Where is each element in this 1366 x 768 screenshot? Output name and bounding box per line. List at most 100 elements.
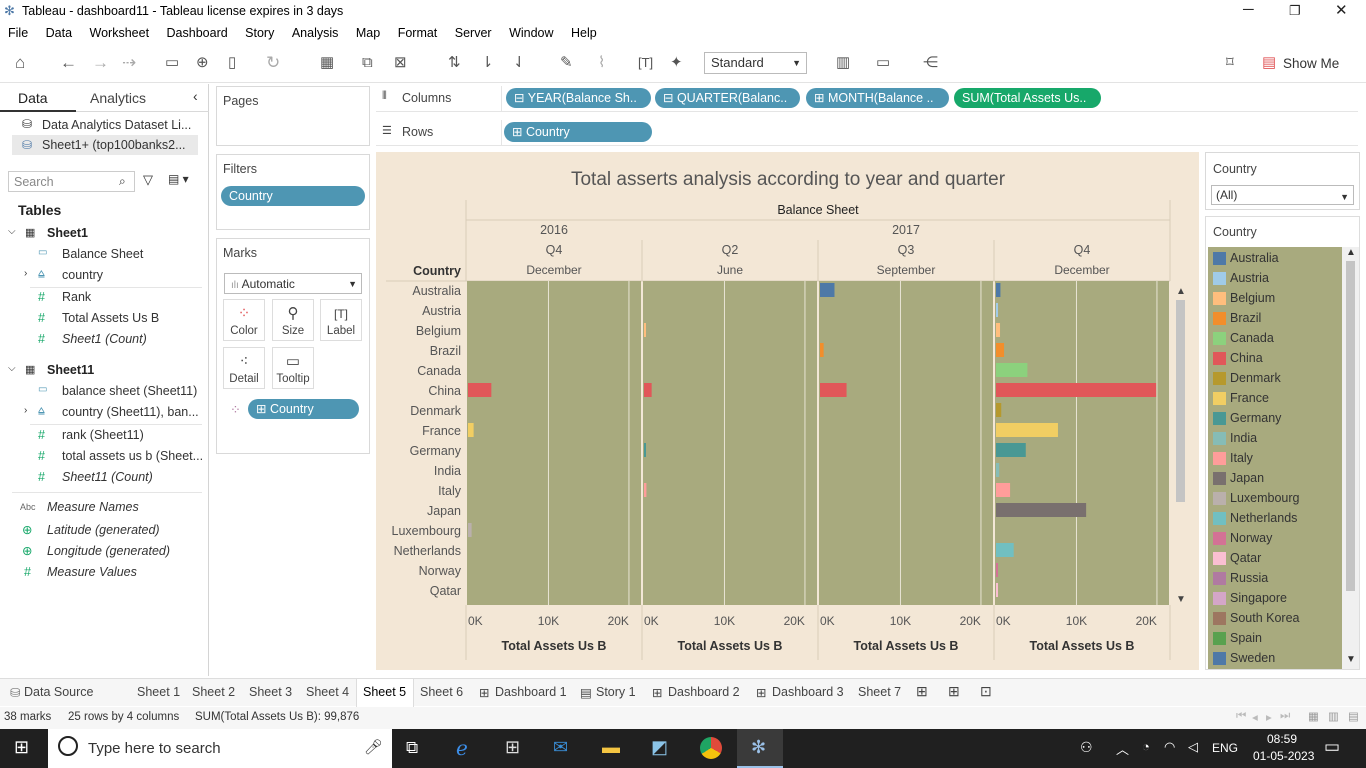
tab-story-1[interactable]: Story 1: [596, 685, 636, 699]
bar[interactable]: [996, 563, 998, 577]
datasource-item[interactable]: Data Analytics Dataset Li...: [42, 118, 191, 132]
menu-analysis[interactable]: Analysis: [292, 22, 339, 44]
tab-sheet-2[interactable]: Sheet 2: [192, 685, 235, 699]
bar[interactable]: [996, 363, 1028, 377]
clock-time[interactable]: 08:59: [1267, 732, 1297, 746]
view-list-icon[interactable]: ▤ ▾: [168, 172, 189, 186]
collapse-pane-icon[interactable]: ‹: [193, 88, 198, 104]
search-input[interactable]: Search: [14, 175, 54, 189]
edge-icon[interactable]: ℯ: [456, 736, 468, 761]
field-country[interactable]: country: [62, 268, 103, 282]
clock-date[interactable]: 01-05-2023: [1253, 749, 1314, 763]
legend-item[interactable]: Norway: [1208, 530, 1342, 548]
bar[interactable]: [996, 303, 998, 317]
table-sheet11[interactable]: Sheet11: [47, 363, 94, 377]
bar[interactable]: [996, 423, 1058, 437]
bar[interactable]: [996, 403, 1002, 417]
tab-analytics[interactable]: Analytics: [90, 90, 146, 106]
legend-item[interactable]: Sweden: [1208, 650, 1342, 668]
minimize-button[interactable]: ─: [1243, 1, 1254, 18]
legend-item[interactable]: Austria: [1208, 270, 1342, 288]
task-view-icon[interactable]: ⧉: [406, 738, 418, 758]
chevron-right-icon[interactable]: ›: [24, 405, 27, 416]
legend-item[interactable]: Russia: [1208, 570, 1342, 588]
save-icon[interactable]: ▭: [165, 53, 179, 73]
chevron-expand-icon[interactable]: ⌵: [8, 226, 16, 237]
windows-start-icon[interactable]: ⊞: [14, 737, 29, 758]
row-pill-country[interactable]: ⊞ Country: [504, 122, 652, 142]
format-painter-icon[interactable]: ⌑: [1226, 53, 1234, 73]
legend-item[interactable]: Luxembourg: [1208, 490, 1342, 508]
scroll-thumb[interactable]: [1346, 261, 1355, 591]
mail-icon[interactable]: ✉: [553, 737, 568, 758]
bar[interactable]: [820, 383, 847, 397]
show-cards-icon[interactable]: ▥: [836, 53, 850, 73]
legend-item[interactable]: Singapore: [1208, 590, 1342, 608]
film-view-icon[interactable]: ▥: [1328, 709, 1339, 723]
field-rank[interactable]: Rank: [62, 290, 91, 304]
bar[interactable]: [468, 523, 472, 537]
field-sheet1-count[interactable]: Sheet1 (Count): [62, 332, 147, 346]
bar[interactable]: [468, 423, 474, 437]
duplicate-icon[interactable]: ⧉: [362, 53, 373, 73]
grid-view-icon[interactable]: ▦: [1308, 709, 1319, 723]
legend-item[interactable]: Italy: [1208, 450, 1342, 468]
legend-item[interactable]: France: [1208, 390, 1342, 408]
highlight-icon[interactable]: ✎: [560, 53, 573, 73]
legend-item[interactable]: Qatar: [1208, 550, 1342, 568]
presentation-icon[interactable]: ▭: [876, 53, 890, 73]
legend-item[interactable]: Australia: [1208, 250, 1342, 268]
bar[interactable]: [996, 343, 1005, 357]
fit-select[interactable]: Standard ▼: [704, 52, 807, 74]
filter-pill-country[interactable]: Country: [221, 186, 365, 206]
prev-page-icon[interactable]: ◂: [1252, 710, 1258, 724]
bar[interactable]: [644, 443, 646, 457]
search-box[interactable]: Search ⌕: [8, 171, 135, 192]
bar[interactable]: [996, 543, 1014, 557]
column-pill-month[interactable]: ⊞ MONTH(Balance ..: [806, 88, 949, 108]
menu-dashboard[interactable]: Dashboard: [167, 22, 228, 44]
sort-asc-icon[interactable]: ⇂: [481, 53, 494, 73]
country-filter-select[interactable]: (All) ▼: [1211, 185, 1354, 205]
legend-item[interactable]: India: [1208, 430, 1342, 448]
scroll-down-icon[interactable]: ▼: [1176, 594, 1186, 605]
network-icon[interactable]: ◔: [1142, 739, 1150, 754]
bar[interactable]: [996, 383, 1157, 397]
field-rank-sheet11[interactable]: rank (Sheet11): [62, 428, 144, 442]
column-pill-quarter[interactable]: ⊟ QUARTER(Balanc..: [655, 88, 800, 108]
replay-icon[interactable]: ⇢: [122, 53, 136, 73]
show-me-button[interactable]: Show Me: [1283, 56, 1339, 71]
chevron-expand-icon[interactable]: ⌵: [8, 363, 16, 374]
group-icon[interactable]: ⌇: [598, 53, 605, 73]
bar[interactable]: [996, 583, 998, 597]
pin-icon[interactable]: ✦: [670, 53, 683, 73]
column-pill-year[interactable]: ⊟ YEAR(Balance Sh..: [506, 88, 651, 108]
legend-item[interactable]: South Korea: [1208, 610, 1342, 628]
bar[interactable]: [996, 463, 1000, 477]
last-page-icon[interactable]: ⏭: [1280, 710, 1290, 723]
viz-scroll-thumb[interactable]: [1176, 300, 1185, 502]
menu-worksheet[interactable]: Worksheet: [90, 22, 150, 44]
chrome-icon[interactable]: [700, 737, 722, 759]
first-page-icon[interactable]: ⏮: [1236, 710, 1246, 723]
size-button[interactable]: ⚲ Size: [272, 299, 314, 341]
bar-chart[interactable]: Total asserts analysis according to year…: [376, 152, 1199, 670]
field-balance-sheet[interactable]: Balance Sheet: [62, 247, 143, 261]
field-balance-sheet-sheet11[interactable]: balance sheet (Sheet11): [62, 384, 197, 398]
home-icon[interactable]: ⌂: [15, 53, 25, 73]
show-me-icon[interactable]: ▤: [1262, 53, 1276, 73]
bar[interactable]: [820, 283, 835, 297]
menu-format[interactable]: Format: [398, 22, 438, 44]
tab-dashboard-2[interactable]: Dashboard 2: [668, 685, 740, 699]
notification-icon[interactable]: ▭: [1324, 737, 1340, 757]
tab-sheet-7[interactable]: Sheet 7: [858, 685, 901, 699]
menu-map[interactable]: Map: [356, 22, 380, 44]
legend-item[interactable]: Denmark: [1208, 370, 1342, 388]
filter-icon[interactable]: ▽: [143, 172, 153, 188]
rows-shelf[interactable]: ☰ Rows ⊞ Country: [376, 120, 1358, 146]
close-button[interactable]: ✕: [1335, 1, 1348, 19]
microphone-icon[interactable]: 🎤︎: [364, 738, 383, 756]
new-datasource-icon[interactable]: ⊕: [196, 53, 209, 73]
tab-data-source[interactable]: Data Source: [24, 685, 93, 699]
bar[interactable]: [468, 383, 492, 397]
